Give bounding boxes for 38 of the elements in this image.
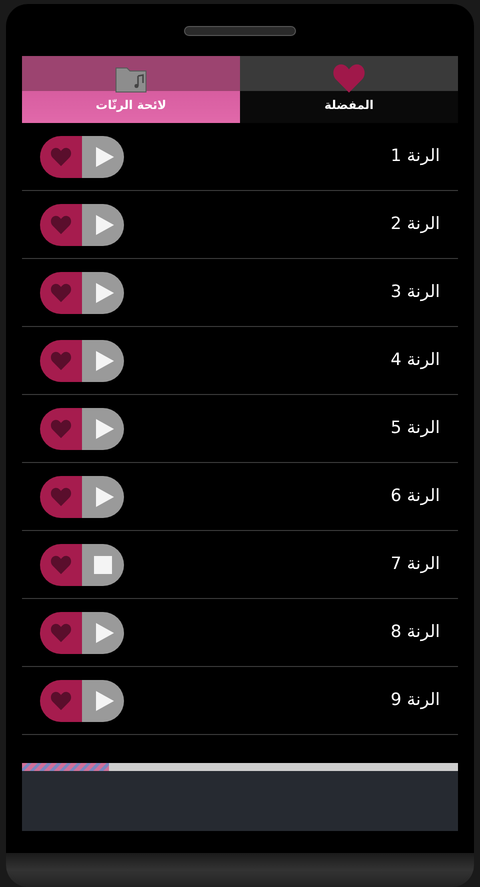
play-icon: [96, 690, 114, 710]
heart-icon: [50, 690, 72, 710]
play-icon: [96, 214, 114, 234]
ringtone-title[interactable]: الرنة 1: [390, 144, 440, 170]
heart-icon: [332, 63, 366, 94]
ringtone-title[interactable]: الرنة 6: [390, 484, 440, 510]
play-button[interactable]: [82, 272, 124, 314]
heart-icon: [50, 622, 72, 642]
play-icon: [96, 486, 114, 506]
ringtone-title[interactable]: الرنة 9: [390, 688, 440, 714]
ringtone-title[interactable]: الرنة 7: [390, 552, 440, 578]
play-button[interactable]: [82, 476, 124, 518]
ringtone-title[interactable]: الرنة 4: [390, 348, 440, 374]
heart-icon: [50, 214, 72, 234]
play-button[interactable]: [82, 408, 124, 450]
heart-icon: [50, 146, 72, 166]
heart-icon: [50, 486, 72, 506]
heart-icon: [50, 350, 72, 370]
heart-icon: [50, 282, 72, 302]
play-button[interactable]: [82, 136, 124, 178]
ringtone-title[interactable]: الرنة 5: [390, 416, 440, 442]
play-button[interactable]: [82, 612, 124, 654]
tab[interactable]: المفضلة: [240, 56, 458, 123]
play-button[interactable]: [82, 340, 124, 382]
play-icon: [96, 418, 114, 438]
play-icon: [96, 146, 114, 166]
heart-icon: [50, 554, 72, 574]
stop-icon: [94, 556, 112, 574]
ringtone-title[interactable]: الرنة 8: [390, 620, 440, 646]
play-button[interactable]: [82, 204, 124, 246]
play-button[interactable]: [82, 680, 124, 722]
heart-icon: [50, 418, 72, 438]
play-icon: [96, 350, 114, 370]
play-icon: [96, 282, 114, 302]
ringtone-title[interactable]: الرنة 2: [390, 212, 440, 238]
stop-button[interactable]: [82, 544, 124, 586]
ringtone-title[interactable]: الرنة 3: [390, 280, 440, 306]
play-icon: [96, 622, 114, 642]
